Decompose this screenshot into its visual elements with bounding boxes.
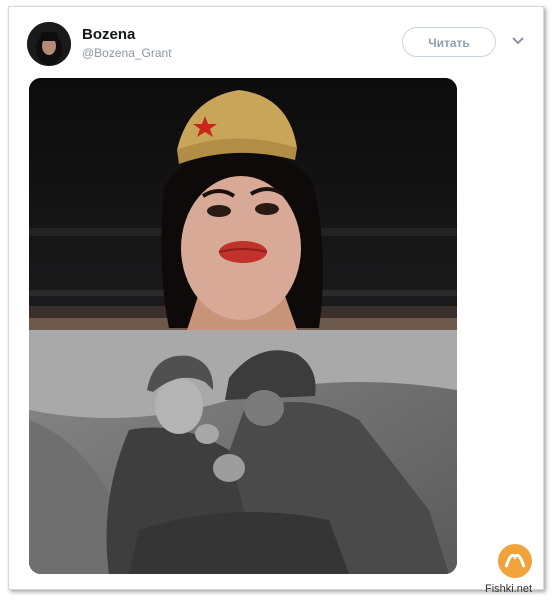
author-name[interactable]: Bozena <box>82 26 135 43</box>
tweet-media[interactable] <box>29 78 457 574</box>
avatar-image <box>27 22 71 66</box>
author-avatar[interactable] <box>27 22 71 66</box>
photo-soldiers-in-trench <box>29 330 457 574</box>
fishki-logo-icon <box>498 544 532 578</box>
author-handle[interactable]: @Bozena_Grant <box>82 46 172 60</box>
follow-button[interactable]: Читать <box>402 27 496 57</box>
photo-woman-in-garrison-cap <box>29 78 457 330</box>
watermark-text: Fishki.net <box>485 583 533 595</box>
chevron-down-icon[interactable] <box>512 36 524 46</box>
